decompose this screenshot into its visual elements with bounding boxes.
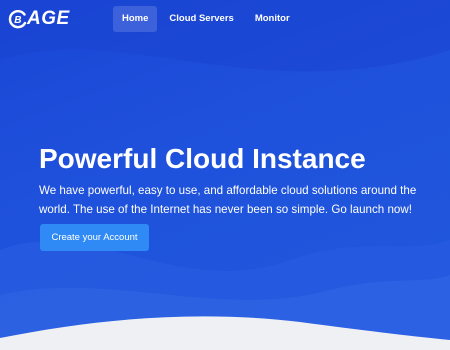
hero-section: B AGE Home Cloud Servers Monitor Powerfu… — [0, 0, 450, 350]
brand-logo[interactable]: B AGE — [8, 8, 70, 30]
nav-item-home[interactable]: Home — [113, 6, 158, 32]
nav-menu: Home Cloud Servers Monitor — [113, 6, 302, 32]
top-navbar: B AGE Home Cloud Servers Monitor — [0, 0, 450, 38]
logo-mark-letter: B — [14, 15, 21, 26]
background-waves — [0, 0, 450, 350]
hero-title: Powerful Cloud Instance — [39, 143, 366, 174]
hero-subtitle: We have powerful, easy to use, and affor… — [39, 184, 417, 216]
nav-item-cloud-servers[interactable]: Cloud Servers — [160, 6, 242, 32]
logo-circle-icon: B — [8, 9, 27, 29]
brand-name: AGE — [27, 8, 70, 29]
create-account-button[interactable]: Create your Account — [40, 224, 149, 251]
nav-item-monitor[interactable]: Monitor — [246, 6, 299, 32]
